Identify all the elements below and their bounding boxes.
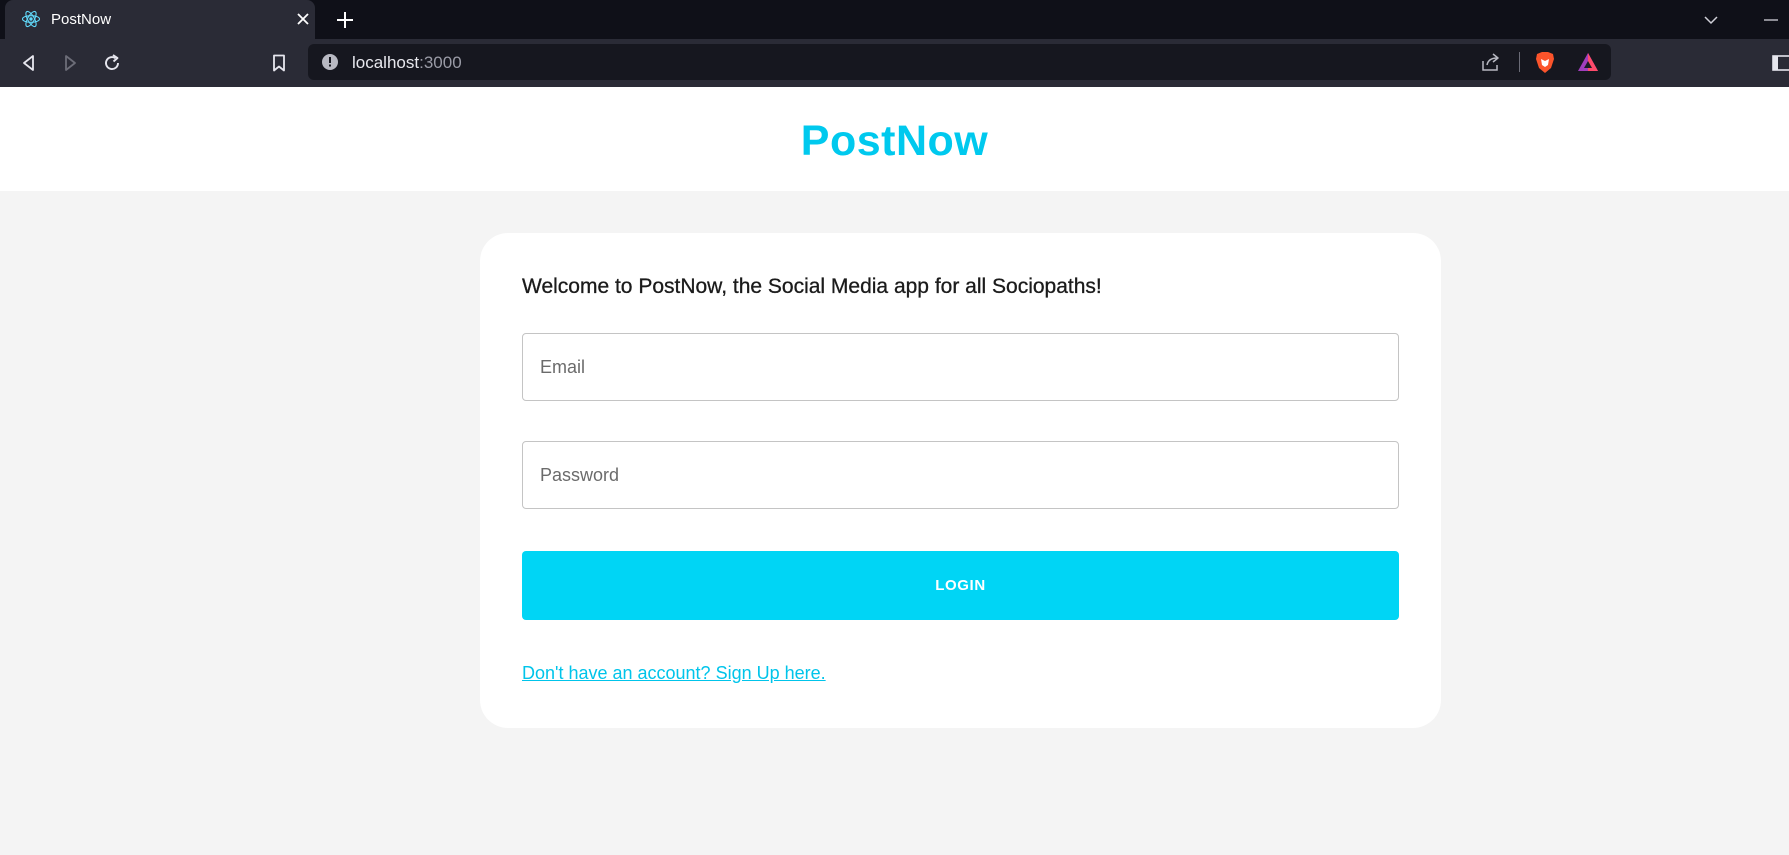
brave-rewards-icon[interactable]: [1576, 51, 1600, 73]
brand-logo[interactable]: PostNow: [801, 117, 988, 166]
close-icon[interactable]: [293, 9, 313, 29]
brave-lion-icon[interactable]: [1533, 50, 1557, 74]
reload-icon[interactable]: [101, 52, 123, 74]
login-button[interactable]: LOGIN: [522, 551, 1399, 620]
signup-link[interactable]: Don't have an account? Sign Up here.: [522, 663, 826, 684]
url-port: :3000: [419, 53, 462, 72]
url-text[interactable]: localhost:3000: [352, 53, 462, 73]
app-header: PostNow: [0, 87, 1789, 191]
browser-tab[interactable]: PostNow: [5, 0, 315, 39]
back-icon[interactable]: [18, 52, 40, 74]
bookmark-icon[interactable]: [268, 52, 290, 74]
share-icon[interactable]: [1480, 52, 1502, 72]
browser-toolbar: localhost:3000: [0, 39, 1789, 87]
forward-icon[interactable]: [59, 52, 81, 74]
sidebar-icon[interactable]: [1772, 53, 1789, 73]
address-bar[interactable]: localhost:3000: [308, 44, 1611, 80]
plus-icon[interactable]: [334, 9, 356, 31]
react-icon: [21, 9, 41, 29]
tab-title: PostNow: [51, 11, 112, 28]
minimize-icon[interactable]: [1760, 10, 1782, 30]
url-host: localhost: [352, 53, 420, 72]
info-icon[interactable]: [321, 53, 339, 71]
browser-tabstrip: PostNow: [0, 0, 1789, 39]
email-field[interactable]: [522, 333, 1399, 401]
welcome-heading: Welcome to PostNow, the Social Media app…: [522, 275, 1102, 298]
login-card: Welcome to PostNow, the Social Media app…: [480, 233, 1441, 728]
divider: [1519, 52, 1520, 72]
password-field[interactable]: [522, 441, 1399, 509]
chevron-down-icon[interactable]: [1700, 10, 1722, 30]
